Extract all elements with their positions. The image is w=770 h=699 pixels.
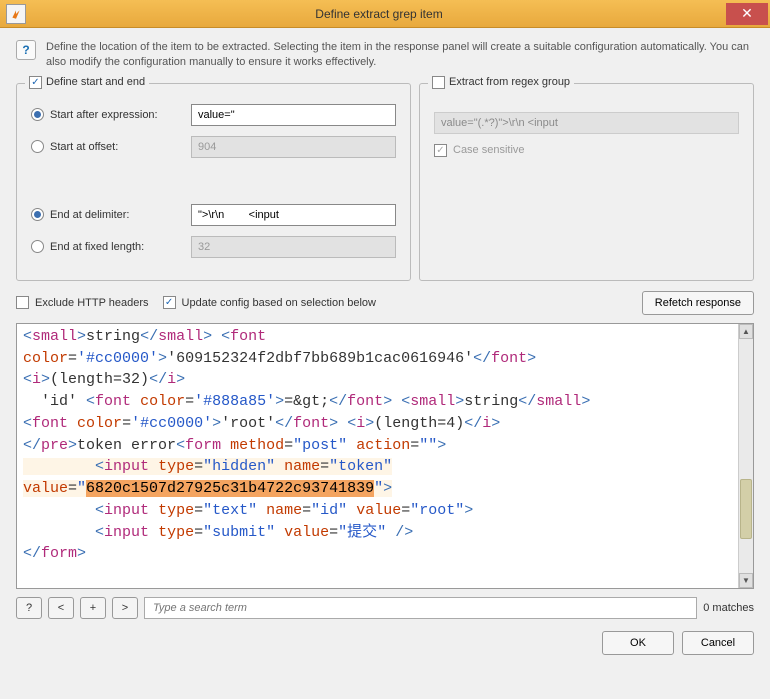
end-at-fixed-length-input xyxy=(191,236,396,258)
search-input[interactable] xyxy=(144,597,697,619)
refetch-response-button[interactable]: Refetch response xyxy=(642,291,754,315)
case-sensitive-checkbox: ✓ xyxy=(434,144,447,157)
extract-regex-panel: Extract from regex group value="(.*?)">\… xyxy=(419,83,754,281)
end-at-fixed-length-label: End at fixed length: xyxy=(50,241,185,253)
define-start-end-legend: Define start and end xyxy=(46,76,145,88)
start-after-expression-input[interactable] xyxy=(191,104,396,126)
close-button[interactable]: ✕ xyxy=(726,3,768,25)
search-matches-label: 0 matches xyxy=(703,602,754,614)
search-prev-button[interactable]: < xyxy=(48,597,74,619)
start-at-offset-label: Start at offset: xyxy=(50,141,185,153)
regex-input: value="(.*?)">\r\n <input xyxy=(434,112,739,134)
end-at-fixed-length-radio[interactable] xyxy=(31,240,44,253)
update-config-checkbox[interactable]: ✓ xyxy=(163,296,176,309)
update-config-label: Update config based on selection below xyxy=(182,297,376,309)
response-panel[interactable]: <small>string</small> <font color='#cc00… xyxy=(16,323,754,589)
start-after-expression-label: Start after expression: xyxy=(50,109,185,121)
end-at-delimiter-radio[interactable] xyxy=(31,208,44,221)
end-at-delimiter-label: End at delimiter: xyxy=(50,209,185,221)
title-bar: Define extract grep item ✕ xyxy=(0,0,770,28)
scroll-thumb[interactable] xyxy=(740,479,752,539)
scroll-up-arrow[interactable]: ▲ xyxy=(739,324,753,339)
exclude-http-checkbox[interactable] xyxy=(16,296,29,309)
app-icon xyxy=(6,4,26,24)
start-at-offset-radio[interactable] xyxy=(31,140,44,153)
case-sensitive-label: Case sensitive xyxy=(453,144,525,156)
start-after-expression-radio[interactable] xyxy=(31,108,44,121)
instruction-text: Define the location of the item to be ex… xyxy=(46,40,754,71)
search-help-button[interactable]: ? xyxy=(16,597,42,619)
scroll-down-arrow[interactable]: ▼ xyxy=(739,573,753,588)
start-at-offset-input xyxy=(191,136,396,158)
define-start-end-checkbox[interactable]: ✓ xyxy=(29,76,42,89)
exclude-http-label: Exclude HTTP headers xyxy=(35,297,149,309)
window-title: Define extract grep item xyxy=(32,7,726,21)
end-at-delimiter-input[interactable] xyxy=(191,204,396,226)
search-next-button[interactable]: > xyxy=(112,597,138,619)
extract-regex-legend: Extract from regex group xyxy=(449,76,570,88)
response-scrollbar[interactable]: ▲ ▼ xyxy=(738,324,753,588)
ok-button[interactable]: OK xyxy=(602,631,674,655)
extract-regex-checkbox[interactable] xyxy=(432,76,445,89)
help-icon[interactable]: ? xyxy=(16,40,36,60)
define-start-end-panel: ✓ Define start and end Start after expre… xyxy=(16,83,411,281)
response-code[interactable]: <small>string</small> <font color='#cc00… xyxy=(17,324,753,567)
cancel-button[interactable]: Cancel xyxy=(682,631,754,655)
search-add-button[interactable]: + xyxy=(80,597,106,619)
